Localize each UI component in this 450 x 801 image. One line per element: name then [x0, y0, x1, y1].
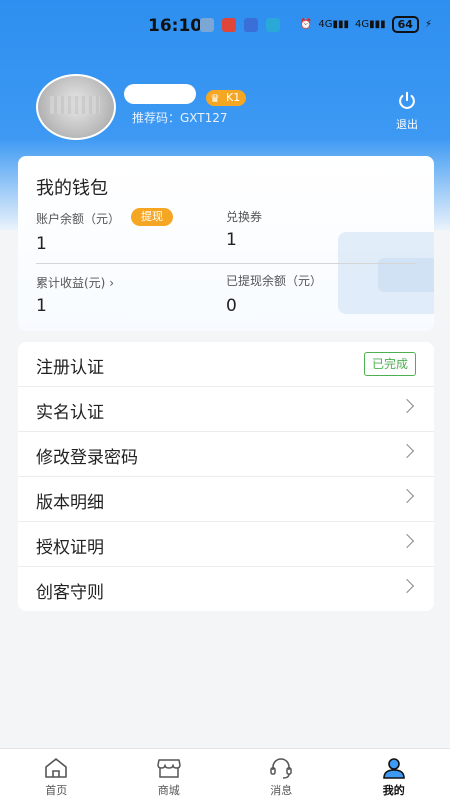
status-bar: 16:10 ⏰ 4G▮▮▮ 4G▮▮▮ 64 ⚡ [0, 0, 450, 52]
signal-icon: 4G▮▮▮ [318, 19, 349, 30]
withdraw-button[interactable]: 提现 [131, 208, 173, 226]
voucher-label: 兑换券 [226, 208, 262, 225]
menu-item-change-password[interactable]: 修改登录密码 [18, 432, 434, 477]
level-badge: ♛ K1 [206, 90, 246, 106]
notification-icon [222, 18, 236, 32]
voucher-value: 1 [226, 230, 237, 250]
earnings-value: 1 [36, 296, 47, 316]
user-icon [381, 756, 407, 780]
referral-code: 推荐码：GXT127 [132, 109, 228, 126]
logout-label: 退出 [396, 118, 418, 131]
settings-menu: 注册认证 已完成 实名认证 修改登录密码 版本明细 授权证明 创客守则 [18, 342, 434, 611]
menu-item-register-verification[interactable]: 注册认证 已完成 [18, 342, 434, 387]
withdrawn-value: 0 [226, 296, 237, 316]
notification-icon [266, 18, 280, 32]
battery-icon: 64 [392, 16, 419, 33]
chevron-right-icon [400, 489, 414, 503]
tab-shop[interactable]: 商城 [113, 749, 226, 801]
withdrawn-label: 已提现余额（元） [226, 272, 322, 289]
status-time: 16:10 [148, 16, 202, 36]
wallet-divider [36, 263, 416, 264]
chevron-right-icon [400, 534, 414, 548]
avatar[interactable] [36, 74, 116, 140]
home-icon [43, 756, 69, 780]
wallet-title: 我的钱包 [36, 174, 108, 200]
headset-icon [268, 756, 294, 780]
earnings-link[interactable]: 累计收益(元) › [36, 274, 114, 291]
notification-icon [200, 18, 214, 32]
chevron-right-icon [400, 444, 414, 458]
wallet-card: 我的钱包 账户余额（元） 提现 1 兑换券 1 累计收益(元) › 1 已提现余… [18, 156, 434, 331]
status-right: ⏰ 4G▮▮▮ 4G▮▮▮ 64 ⚡ [300, 16, 432, 33]
menu-item-authorization-certificate[interactable]: 授权证明 [18, 522, 434, 567]
chevron-right-icon [400, 399, 414, 413]
notification-icon [244, 18, 258, 32]
notification-icons [200, 18, 280, 32]
chevron-right-icon [400, 579, 414, 593]
menu-item-maker-rules[interactable]: 创客守则 [18, 567, 434, 611]
tab-home[interactable]: 首页 [0, 749, 113, 801]
alarm-icon: ⏰ [300, 19, 312, 30]
tab-mine[interactable]: 我的 [338, 749, 450, 801]
wallet-decoration-icon [338, 232, 434, 314]
power-icon [396, 90, 418, 112]
logout-button[interactable]: 退出 [392, 90, 422, 132]
charging-icon: ⚡ [425, 19, 432, 30]
tab-messages[interactable]: 消息 [225, 749, 338, 801]
menu-item-version-details[interactable]: 版本明细 [18, 477, 434, 522]
status-badge: 已完成 [364, 352, 416, 376]
bottom-tab-bar: 首页 商城 消息 我的 [0, 748, 450, 801]
balance-label: 账户余额（元） [36, 210, 120, 227]
user-name-redacted [124, 84, 196, 104]
signal-icon: 4G▮▮▮ [355, 19, 386, 30]
chevron-right-icon: › [109, 276, 114, 290]
balance-value: 1 [36, 234, 47, 254]
menu-item-realname-verification[interactable]: 实名认证 [18, 387, 434, 432]
crown-icon: ♛ [210, 91, 220, 107]
shop-icon [156, 756, 182, 780]
